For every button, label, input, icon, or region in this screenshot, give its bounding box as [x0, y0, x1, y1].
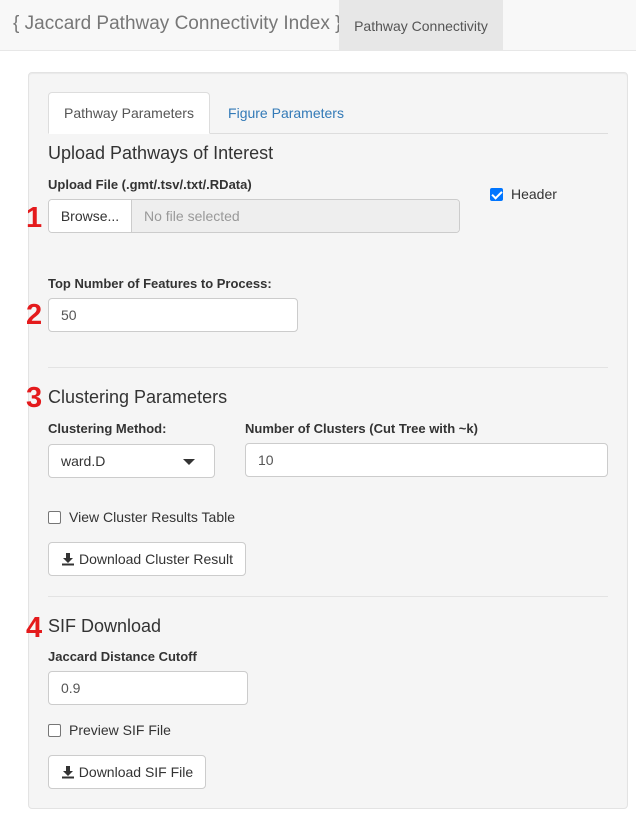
header-checkbox[interactable]: [490, 187, 503, 201]
cutoff-label: Jaccard Distance Cutoff: [48, 649, 197, 664]
cluster-count-input[interactable]: 10: [245, 443, 608, 477]
upload-file-label: Upload File (.gmt/.tsv/.txt/.RData): [48, 177, 252, 192]
annotation-number-2: 2: [26, 299, 43, 331]
section-divider: [48, 596, 608, 597]
view-table-checkbox[interactable]: [48, 510, 61, 524]
tab-pathway-parameters[interactable]: Pathway Parameters: [48, 92, 210, 134]
preview-sif-checkbox[interactable]: [48, 723, 61, 737]
annotation-number-3: 3: [26, 382, 43, 414]
preview-sif-checkbox-row[interactable]: Preview SIF File: [48, 722, 171, 738]
navbar: { Jaccard Pathway Connectivity Index } P…: [0, 0, 636, 51]
file-name-display: No file selected: [132, 200, 459, 232]
download-sif-label: Download SIF File: [78, 764, 194, 780]
clustering-method-label: Clustering Method:: [48, 421, 167, 436]
tab-figure-parameters[interactable]: Figure Parameters: [210, 92, 362, 134]
cutoff-input[interactable]: 0.9: [48, 671, 248, 705]
top-features-input[interactable]: 50: [48, 298, 298, 332]
features-label: Top Number of Features to Process:: [48, 276, 272, 291]
view-table-label: View Cluster Results Table: [69, 509, 236, 525]
cluster-count-label: Number of Clusters (Cut Tree with ~k): [245, 421, 478, 436]
nav-tab-pathway-connectivity[interactable]: Pathway Connectivity: [339, 0, 503, 51]
file-upload-input[interactable]: Browse... No file selected: [48, 199, 460, 233]
clustering-heading: Clustering Parameters: [48, 387, 228, 407]
clustering-method-select[interactable]: ward.D: [48, 444, 215, 478]
preview-sif-label: Preview SIF File: [69, 722, 171, 738]
app-title[interactable]: { Jaccard Pathway Connectivity Index }: [13, 13, 341, 35]
download-cluster-button[interactable]: Download Cluster Result: [48, 542, 246, 576]
sif-heading: SIF Download: [48, 616, 162, 636]
download-cluster-label: Download Cluster Result: [78, 551, 234, 567]
header-checkbox-label: Header: [511, 186, 557, 202]
download-icon: [61, 553, 74, 566]
clustering-method-value: ward.D: [61, 453, 106, 469]
annotation-number-4: 4: [26, 612, 43, 644]
caret-down-icon: [183, 459, 195, 465]
browse-button[interactable]: Browse...: [49, 200, 132, 232]
header-checkbox-row[interactable]: Header: [490, 186, 557, 202]
annotation-number-1: 1: [26, 202, 43, 234]
upload-heading: Upload Pathways of Interest: [48, 143, 274, 163]
download-icon: [61, 766, 74, 779]
view-table-checkbox-row[interactable]: View Cluster Results Table: [48, 509, 235, 525]
section-divider: [48, 367, 608, 368]
download-sif-button[interactable]: Download SIF File: [48, 755, 206, 789]
